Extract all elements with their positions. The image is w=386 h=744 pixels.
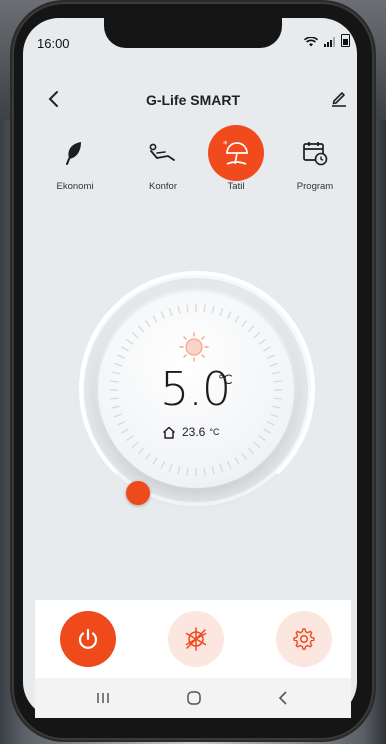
dial-tick (177, 305, 181, 314)
dial-tick (160, 311, 165, 320)
dial-tick (219, 463, 224, 472)
dial-tick (253, 441, 261, 449)
power-icon (78, 628, 98, 649)
home-icon (162, 426, 176, 439)
dial-tick (269, 413, 278, 418)
status-time: 16:00 (37, 36, 70, 51)
dial-tick (168, 308, 173, 317)
dial-tick (152, 457, 158, 465)
dial-tick (273, 380, 282, 383)
dial-tick (253, 331, 261, 339)
settings-button[interactable] (276, 611, 332, 667)
dial-tick (219, 308, 224, 317)
status-icons (304, 34, 350, 47)
power-button[interactable] (60, 611, 116, 667)
dial-tick (241, 320, 248, 328)
phone-notch (104, 18, 282, 48)
dial-tick (117, 354, 126, 359)
dial-tick (131, 331, 139, 339)
dial-tick (121, 346, 129, 352)
dial-tick (110, 397, 119, 400)
dial-tick (272, 371, 281, 375)
mode-label: Tatil (227, 181, 245, 192)
dial-tick (186, 467, 189, 476)
dial-tick (137, 447, 145, 455)
dial-tick (114, 413, 123, 418)
dial-tick (144, 320, 151, 328)
dial-tick (263, 428, 271, 434)
sun-icon (179, 332, 209, 362)
dial-tick (114, 362, 123, 367)
mode-label: Program (296, 181, 334, 192)
recent-apps-icon (97, 693, 109, 703)
mode-program[interactable]: Program (280, 125, 350, 192)
dial-tick (273, 397, 282, 400)
mode-label: Ekonomi (56, 181, 94, 192)
dial-tick (266, 354, 275, 359)
gear-icon (293, 628, 315, 650)
dial-tick (227, 311, 232, 320)
setpoint-unit: ℃ (218, 372, 233, 387)
mode-konfor[interactable]: Konfor (128, 125, 198, 192)
dial-tick (168, 463, 173, 472)
dial-tick (211, 466, 215, 475)
dial-tick (160, 460, 165, 469)
snowflake-sun-icon (185, 627, 207, 651)
dial-tick (258, 338, 266, 345)
wifi-icon (304, 37, 318, 47)
page-title: G-Life SMART (145, 92, 241, 108)
ambient-temperature: 23.6 °C (162, 425, 219, 439)
dial-tick (227, 460, 232, 469)
dial-tick (137, 325, 145, 333)
dial-tick (247, 325, 255, 333)
system-back-button[interactable] (274, 688, 294, 708)
dial-tick (126, 338, 134, 345)
dial-tick (247, 447, 255, 455)
dial-tick (111, 371, 120, 375)
dial-tick (110, 380, 119, 383)
signal-icon (324, 37, 335, 47)
dial-tick (241, 452, 248, 460)
leaf-icon (66, 142, 81, 165)
home-button[interactable] (184, 688, 204, 708)
dial-tick (203, 304, 206, 313)
edit-pencil-icon[interactable] (331, 89, 347, 107)
battery-icon (341, 34, 350, 47)
dial-tick (203, 467, 206, 476)
ambient-value: 23.6 (182, 425, 206, 439)
calendar-clock-icon (303, 142, 328, 166)
dial-tick (211, 305, 215, 314)
setpoint-temperature: 5.0 (160, 362, 231, 416)
defrost-button[interactable] (168, 611, 224, 667)
dial-tick (258, 435, 266, 442)
recent-apps-button[interactable] (93, 688, 113, 708)
ambient-unit: °C (209, 427, 220, 437)
dial-tick (111, 405, 120, 409)
recliner-icon (149, 143, 175, 161)
svg-text:*: * (223, 140, 228, 150)
dial-tick (269, 362, 278, 367)
dial-tick (126, 435, 134, 442)
dial-tick (186, 304, 189, 313)
beach-umbrella-icon: * (223, 140, 248, 165)
dial-tick (263, 346, 271, 352)
mode-ekonomi[interactable]: Ekonomi (40, 125, 110, 192)
home-circle-icon (187, 691, 201, 705)
dial-tick (152, 315, 158, 323)
dial-tick (177, 466, 181, 475)
dial-tick (266, 421, 275, 426)
mode-label: Konfor (149, 181, 177, 192)
dial-tick (272, 405, 281, 409)
dial-tick (117, 421, 126, 426)
temperature-slider-knob[interactable] (126, 481, 150, 505)
chevron-left-icon (278, 691, 287, 705)
dial-tick (121, 428, 129, 434)
mode-tatil[interactable]: * Tatil (201, 125, 271, 192)
dial-tick (234, 457, 240, 465)
dial-tick (234, 315, 240, 323)
dial-tick (144, 452, 151, 460)
dial-tick (131, 441, 139, 449)
